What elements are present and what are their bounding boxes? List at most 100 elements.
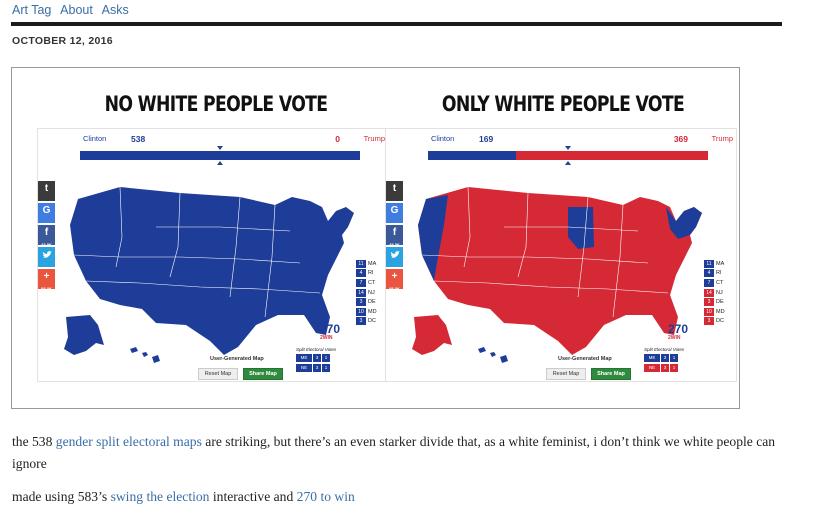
- split-row-me[interactable]: ME 3 1: [296, 354, 388, 362]
- split-chip: 1: [322, 364, 330, 372]
- ne-votes-chip: 3: [356, 317, 366, 326]
- electoral-map-widget: Clinton 169 369 Trump t G f45.5K +95.8K: [385, 128, 737, 382]
- scorebar-trump-segment: [515, 151, 708, 160]
- nav-link-about[interactable]: About: [60, 3, 93, 17]
- ne-state-label: MD: [368, 308, 377, 315]
- tumblr-icon[interactable]: t: [386, 181, 403, 201]
- split-state-chip: ME: [296, 354, 312, 362]
- split-chip: 3: [313, 364, 321, 372]
- scorebar-clinton-segment: [80, 151, 360, 160]
- plus-share-icon[interactable]: +95.8K: [386, 269, 403, 291]
- ne-state-label: CT: [716, 279, 724, 286]
- plus-share-icon[interactable]: +95.8K: [38, 269, 55, 291]
- electoral-map-widget: Clinton 538 0 Trump t G f 45.5K +95.8K 1…: [37, 128, 389, 382]
- ne-row[interactable]: 3 DC: [704, 317, 734, 327]
- majority-marker-bottom: [217, 161, 223, 165]
- ne-row[interactable]: 3 DE: [356, 297, 386, 307]
- split-row-me[interactable]: ME 3 1: [644, 354, 736, 362]
- post-image[interactable]: NO WHITE PEOPLE VOTE Clinton 538 0 Trump…: [11, 67, 740, 409]
- credit-text: made using 583’s: [12, 489, 111, 504]
- ne-row[interactable]: 4 RI: [356, 269, 386, 279]
- tumblr-icon[interactable]: t: [38, 181, 55, 201]
- facebook-icon[interactable]: f 45.5K: [38, 225, 55, 247]
- ne-row[interactable]: 3 DE: [704, 297, 734, 307]
- split-votes-label: Split Electoral Votes: [296, 347, 337, 352]
- majority-marker-top: [217, 146, 223, 150]
- ne-state-label: MA: [368, 260, 377, 267]
- majority-marker-top: [565, 146, 571, 150]
- social-share-bar: t G f 45.5K +95.8K: [386, 181, 403, 291]
- social-share-bar: t G f 45.5K +95.8K: [38, 181, 55, 291]
- panel-no-white-vote: NO WHITE PEOPLE VOTE Clinton 538 0 Trump…: [36, 68, 396, 408]
- ne-row[interactable]: 10 MD: [356, 307, 386, 317]
- twitter-icon[interactable]: [386, 247, 403, 267]
- ne-votes-chip: 7: [704, 278, 714, 287]
- ne-row[interactable]: 10 MD: [704, 307, 734, 317]
- scorebar: [80, 151, 360, 160]
- ne-row[interactable]: 11 MA: [356, 259, 386, 269]
- swing-the-election-link[interactable]: swing the election: [111, 489, 210, 504]
- reset-map-button[interactable]: Reset Map: [198, 368, 238, 380]
- split-votes-label: Split Electoral Votes: [644, 347, 685, 352]
- facebook-icon[interactable]: f 45.5K: [386, 225, 403, 247]
- split-chip: 3: [661, 354, 669, 362]
- ne-state-label: RI: [716, 270, 722, 277]
- nav-link-art-tag[interactable]: Art Tag: [12, 3, 51, 17]
- us-map[interactable]: [408, 177, 708, 367]
- us-states-shape: [418, 187, 702, 355]
- panel-only-white-vote: ONLY WHITE PEOPLE VOTE Clinton 169 369 T…: [383, 68, 743, 408]
- split-row-ne[interactable]: NE 3 1: [296, 364, 388, 372]
- trump-votes: 369: [673, 134, 688, 144]
- clinton-label: Clinton: [431, 134, 455, 143]
- ne-row[interactable]: 14 NJ: [356, 288, 386, 298]
- split-electoral-votes: Split Electoral Votes ME 3 1 NE 3 1: [644, 347, 736, 372]
- clinton-votes: 169: [479, 134, 494, 144]
- ne-row[interactable]: 3 DC: [356, 317, 386, 327]
- ne-votes-chip: 4: [704, 269, 714, 278]
- nav-link-asks[interactable]: Asks: [102, 3, 129, 17]
- panel-title: NO WHITE PEOPLE VOTE: [104, 92, 328, 116]
- 270-to-win-logo[interactable]: 270 2WIN: [320, 323, 340, 341]
- google-icon[interactable]: G: [38, 203, 55, 223]
- share-map-button[interactable]: Share Map: [243, 368, 283, 380]
- share-map-button[interactable]: Share Map: [591, 368, 631, 380]
- ne-state-label: CT: [368, 279, 376, 286]
- gender-split-maps-link[interactable]: gender split electoral maps: [56, 434, 202, 449]
- 270-to-win-link[interactable]: 270 to win: [297, 489, 355, 504]
- twitter-icon[interactable]: [38, 247, 55, 267]
- hawaii-shape: [478, 347, 508, 363]
- ne-state-label: NJ: [368, 289, 375, 296]
- top-nav: Art Tag About Asks: [12, 3, 135, 17]
- us-map[interactable]: [60, 177, 360, 367]
- ne-row[interactable]: 11 MA: [704, 259, 734, 269]
- ne-state-label: RI: [368, 270, 374, 277]
- split-electoral-votes: Split Electoral Votes ME 3 1 NE 3 1: [296, 347, 388, 372]
- user-generated-map-label: User-Generated Map: [210, 356, 264, 362]
- reset-map-button[interactable]: Reset Map: [546, 368, 586, 380]
- alaska-shape: [64, 315, 104, 355]
- ne-state-label: MD: [716, 308, 725, 315]
- ne-row[interactable]: 14 NJ: [704, 288, 734, 298]
- ne-votes-chip: 3: [704, 317, 714, 326]
- ne-votes-chip: 10: [704, 307, 714, 316]
- panel-title: ONLY WHITE PEOPLE VOTE: [441, 92, 685, 116]
- ne-votes-chip: 10: [356, 307, 366, 316]
- scorebar: [428, 151, 708, 160]
- split-chip: 1: [670, 364, 678, 372]
- caption-text: the 538: [12, 434, 56, 449]
- split-row-ne[interactable]: NE 3 1: [644, 364, 736, 372]
- ne-votes-chip: 14: [356, 288, 366, 297]
- ne-state-label: DE: [368, 299, 376, 306]
- ne-votes-chip: 7: [356, 278, 366, 287]
- northeast-states-legend: 11 MA 4 RI 7 CT 14 NJ 3 DE 10 MD 3 DC: [356, 259, 386, 326]
- ne-row[interactable]: 7 CT: [356, 278, 386, 288]
- 270-to-win-logo[interactable]: 270 2WIN: [668, 323, 688, 341]
- split-chip: 3: [313, 354, 321, 362]
- split-state-chip: ME: [644, 354, 660, 362]
- google-icon[interactable]: G: [386, 203, 403, 223]
- ne-row[interactable]: 4 RI: [704, 269, 734, 279]
- post-credit: made using 583’s swing the election inte…: [12, 489, 355, 505]
- credit-text: interactive and: [209, 489, 297, 504]
- northeast-states-legend: 11 MA 4 RI 7 CT 14 NJ 3 DE 10 MD 3 DC: [704, 259, 734, 326]
- ne-row[interactable]: 7 CT: [704, 278, 734, 288]
